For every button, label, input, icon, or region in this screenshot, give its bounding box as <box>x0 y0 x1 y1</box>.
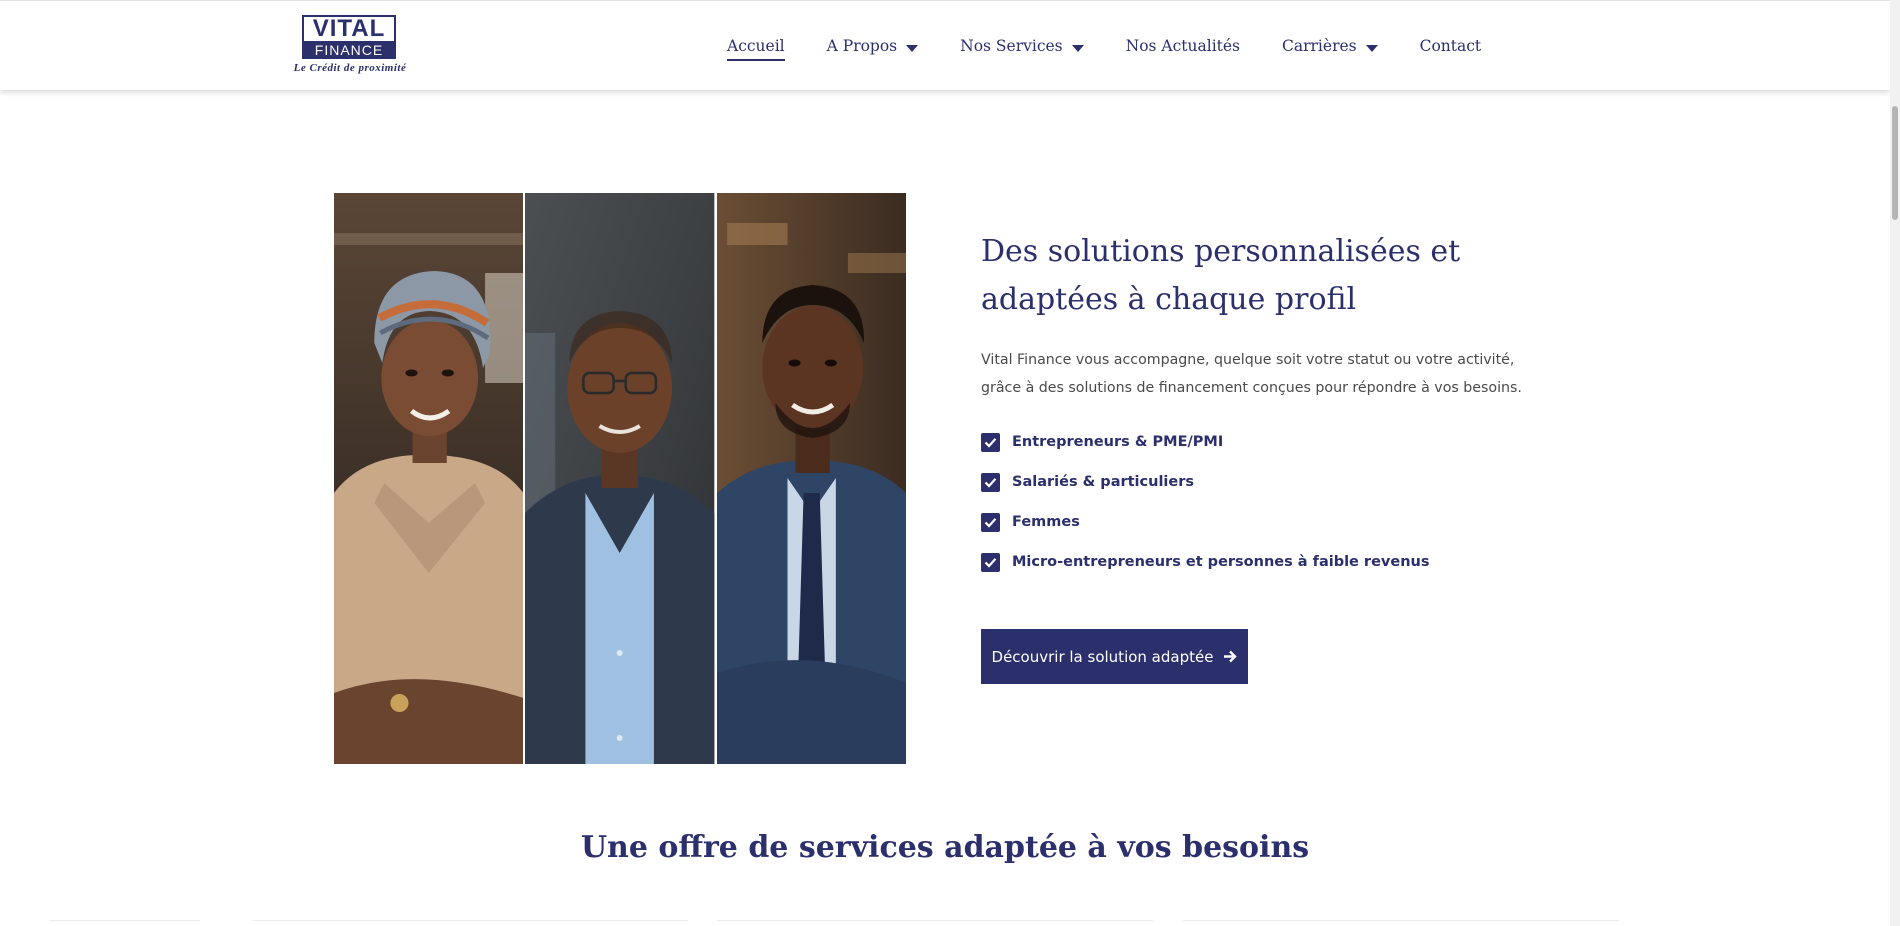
caret-down-icon <box>1365 44 1378 52</box>
profiles-photo-collage <box>334 193 906 764</box>
service-card-edge <box>50 920 200 926</box>
main-nav: Accueil A Propos Nos Services Nos Actual… <box>727 31 1523 63</box>
nav-item-nos-services[interactable]: Nos Services <box>960 31 1084 61</box>
profiles-content: Des solutions personnalisées et adaptées… <box>981 228 1571 582</box>
site-header: VITAL FINANCE Le Crédit de proximité Acc… <box>0 0 1890 90</box>
section-heading: Des solutions personnalisées et adaptées… <box>981 234 1461 317</box>
logo-top-text: VITAL <box>312 15 386 42</box>
discover-solution-button[interactable]: Découvrir la solution adaptée <box>981 629 1248 684</box>
service-card-edge <box>1183 920 1619 926</box>
nav-item-accueil[interactable]: Accueil <box>727 31 785 61</box>
feature-label: Salariés & particuliers <box>1012 474 1195 490</box>
nav-item-label: Carrières <box>1282 37 1357 55</box>
nav-item-nos-actualites[interactable]: Nos Actualités <box>1126 31 1240 61</box>
logo-box: VITAL FINANCE <box>302 15 396 59</box>
nav-item-a-propos[interactable]: A Propos <box>827 31 919 61</box>
services-section-title: Une offre de services adaptée à vos beso… <box>580 830 1310 865</box>
feature-label: Micro-entrepreneurs et personnes à faibl… <box>1012 554 1430 570</box>
scrollbar-thumb[interactable] <box>1892 106 1898 220</box>
nav-item-carrieres[interactable]: Carrières <box>1282 31 1378 61</box>
nav-item-label: Accueil <box>727 37 785 55</box>
photo-man-employee <box>525 193 715 764</box>
logo-tagline: Le Crédit de proximité <box>293 62 407 74</box>
service-card-edge <box>717 920 1153 926</box>
feature-label: Entrepreneurs & PME/PMI <box>1012 434 1224 450</box>
nav-item-label: Nos Actualités <box>1125 37 1241 55</box>
caret-down-icon <box>1071 44 1084 52</box>
page-scrollbar[interactable] <box>1890 0 1900 926</box>
profile-feature-list: Entrepreneurs & PME/PMI Salariés & parti… <box>981 422 1571 582</box>
logo-bottom-text: FINANCE <box>304 41 394 59</box>
checkbox-checked-icon <box>981 512 1000 532</box>
list-item: Entrepreneurs & PME/PMI <box>981 422 1571 462</box>
nav-item-label: Nos Services <box>960 37 1063 55</box>
service-card-edge <box>252 920 688 926</box>
section-description: Vital Finance vous accompagne, quelque s… <box>981 352 1522 396</box>
feature-label: Femmes <box>1012 514 1080 530</box>
nav-item-label: A Propos <box>826 37 898 55</box>
checkbox-checked-icon <box>981 432 1000 452</box>
list-item: Salariés & particuliers <box>981 462 1571 502</box>
list-item: Micro-entrepreneurs et personnes à faibl… <box>981 542 1571 582</box>
checkbox-checked-icon <box>981 552 1000 572</box>
checkbox-checked-icon <box>981 472 1000 492</box>
nav-item-contact[interactable]: Contact <box>1420 31 1482 61</box>
photo-man-business <box>716 193 906 764</box>
arrow-right-icon <box>1223 650 1238 663</box>
vital-finance-logo[interactable]: VITAL FINANCE Le Crédit de proximité <box>282 15 418 77</box>
nav-item-label: Contact <box>1419 37 1482 55</box>
button-label: Découvrir la solution adaptée <box>991 647 1214 666</box>
caret-down-icon <box>906 44 919 52</box>
photo-woman-entrepreneur <box>334 193 524 764</box>
list-item: Femmes <box>981 502 1571 542</box>
